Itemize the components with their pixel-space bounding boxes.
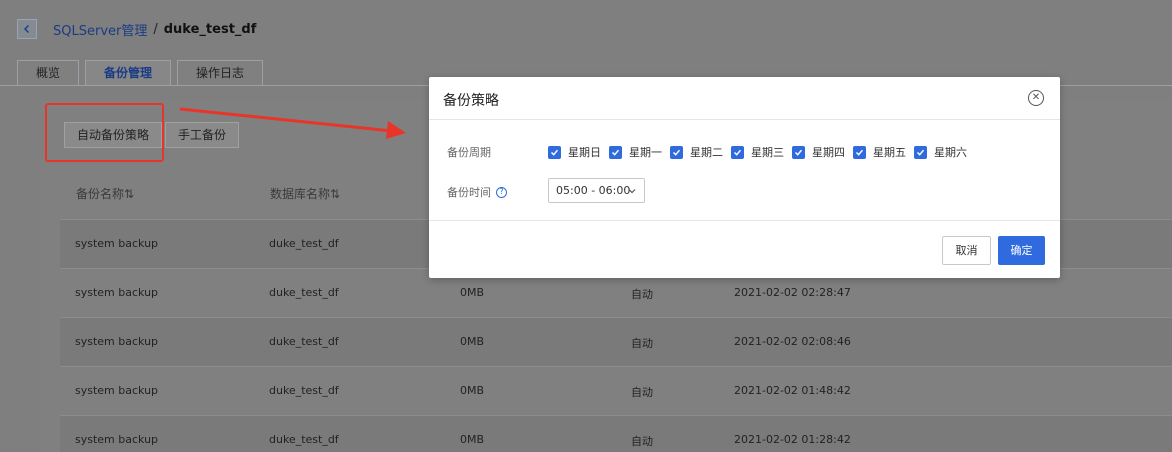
- weekday-label: 星期二: [690, 146, 723, 159]
- weekday-label: 星期日: [568, 146, 601, 159]
- breadcrumb: SQLServer管理 / duke_test_df: [53, 20, 256, 39]
- cell-database-name: duke_test_df: [269, 384, 339, 397]
- back-button[interactable]: [17, 19, 37, 39]
- cell-backup-name: system backup: [75, 384, 159, 397]
- dialog-footer-divider: [429, 220, 1060, 221]
- cell-database-name: duke_test_df: [269, 335, 339, 348]
- breadcrumb-parent-link[interactable]: SQLServer管理: [53, 20, 147, 39]
- dialog-header-divider: [429, 119, 1060, 120]
- confirm-button[interactable]: 确定: [998, 236, 1045, 265]
- help-icon[interactable]: ?: [496, 186, 507, 198]
- tab-bar: 概览 备份管理 操作日志: [17, 60, 269, 86]
- weekday-option-tuesday[interactable]: 星期二: [670, 144, 723, 160]
- cell-database-name: duke_test_df: [269, 286, 339, 299]
- cell-backup-name: system backup: [75, 237, 159, 250]
- close-icon[interactable]: ✕: [1028, 90, 1044, 106]
- column-header-backup-name[interactable]: 备份名称⇅: [76, 185, 134, 202]
- cell-size: 0MB: [460, 286, 485, 299]
- tab-overview[interactable]: 概览: [17, 60, 80, 86]
- chevron-left-icon: [24, 25, 29, 33]
- cell-backup-name: system backup: [75, 433, 159, 446]
- cell-backup-type: 自动: [631, 435, 653, 448]
- weekday-label: 星期六: [934, 146, 967, 159]
- cell-backup-time: 2021-02-02 01:28:42: [734, 433, 851, 446]
- checkbox-checked-icon[interactable]: [670, 145, 683, 159]
- chevron-down-icon: [628, 189, 636, 194]
- weekday-label: 星期四: [812, 146, 845, 159]
- cancel-button[interactable]: 取消: [942, 236, 991, 265]
- backup-policy-dialog: 备份策略 ✕ 备份周期 星期日 星期一 星期二 星期三 星期四 星期五 星期六 …: [429, 77, 1060, 278]
- breadcrumb-separator: /: [153, 22, 158, 37]
- cell-backup-time: 2021-02-02 02:08:46: [734, 335, 851, 348]
- weekday-option-sunday[interactable]: 星期日: [548, 144, 601, 160]
- weekday-label: 星期三: [751, 146, 784, 159]
- weekday-label: 星期五: [873, 146, 906, 159]
- breadcrumb-current: duke_test_df: [163, 22, 257, 37]
- weekday-option-saturday[interactable]: 星期六: [914, 144, 967, 160]
- cell-backup-time: 2021-02-02 01:48:42: [734, 384, 851, 397]
- cell-database-name: duke_test_df: [269, 433, 339, 446]
- tab-operation-log[interactable]: 操作日志: [177, 60, 264, 86]
- table-row: system backup duke_test_df 0MB 自动 2021-0…: [60, 317, 1172, 366]
- checkbox-checked-icon[interactable]: [853, 145, 866, 159]
- weekday-option-monday[interactable]: 星期一: [609, 144, 662, 160]
- backup-time-label-group: 备份时间 ?: [447, 184, 507, 200]
- page-header: SQLServer管理 / duke_test_df: [0, 0, 1172, 58]
- sort-icon[interactable]: ⇅: [124, 187, 134, 201]
- cell-backup-type: 自动: [631, 386, 653, 399]
- weekday-label: 星期一: [629, 146, 662, 159]
- weekday-option-thursday[interactable]: 星期四: [792, 144, 845, 160]
- annotation-highlight-box: [45, 103, 164, 162]
- backup-time-label: 备份时间: [447, 186, 491, 199]
- cell-backup-name: system backup: [75, 335, 159, 348]
- checkbox-checked-icon[interactable]: [548, 145, 561, 159]
- weekday-option-wednesday[interactable]: 星期三: [731, 144, 784, 160]
- checkbox-checked-icon[interactable]: [609, 145, 622, 159]
- cell-backup-name: system backup: [75, 286, 159, 299]
- checkbox-checked-icon[interactable]: [792, 145, 805, 159]
- backup-time-select[interactable]: 05:00 - 06:00: [548, 178, 645, 203]
- cell-size: 0MB: [460, 384, 485, 397]
- cell-size: 0MB: [460, 335, 485, 348]
- cell-database-name: duke_test_df: [269, 237, 339, 250]
- annotation-arrow-icon: [179, 107, 406, 139]
- cell-size: 0MB: [460, 433, 485, 446]
- backup-time-value: 05:00 - 06:00: [556, 184, 631, 197]
- weekday-option-friday[interactable]: 星期五: [853, 144, 906, 160]
- column-header-database-name[interactable]: 数据库名称⇅: [270, 185, 340, 202]
- checkbox-checked-icon[interactable]: [914, 145, 927, 159]
- sort-icon[interactable]: ⇅: [330, 187, 340, 201]
- cell-backup-time: 2021-02-02 02:28:47: [734, 286, 851, 299]
- cell-backup-type: 自动: [631, 288, 653, 301]
- table-row: system backup duke_test_df 0MB 自动 2021-0…: [60, 415, 1172, 452]
- dialog-title: 备份策略: [443, 93, 499, 109]
- tab-backup-management[interactable]: 备份管理: [85, 60, 172, 86]
- checkbox-checked-icon[interactable]: [731, 145, 744, 159]
- backup-cycle-label: 备份周期: [447, 146, 491, 159]
- weekday-checkbox-group: 星期日 星期一 星期二 星期三 星期四 星期五 星期六: [548, 144, 975, 160]
- table-row: system backup duke_test_df 0MB 自动 2021-0…: [60, 366, 1172, 415]
- cell-backup-type: 自动: [631, 337, 653, 350]
